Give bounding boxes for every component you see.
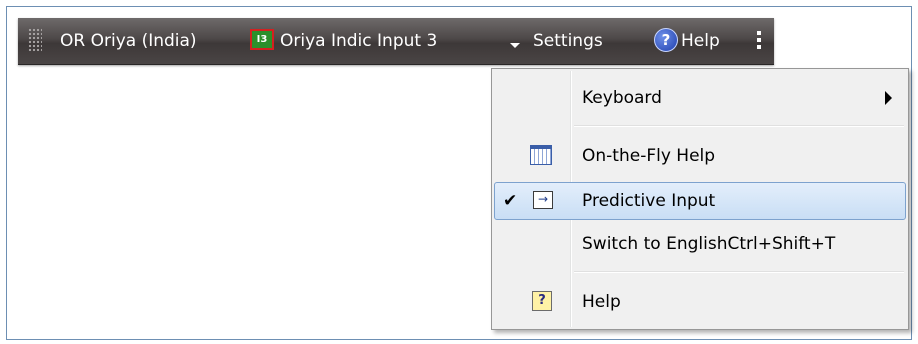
help-button[interactable]: Help bbox=[681, 31, 720, 51]
ime-icon-text: I3 bbox=[256, 34, 268, 45]
menu-item-label: Predictive Input bbox=[582, 191, 716, 211]
menu-item-switch-to-english[interactable]: Switch to EnglishCtrl+Shift+T bbox=[494, 225, 906, 263]
settings-menu: Keyboard On-the-Fly Help ✔ → Predictive … bbox=[491, 68, 909, 330]
menu-item-predictive-input[interactable]: ✔ → Predictive Input bbox=[494, 182, 906, 220]
menu-item-keyboard[interactable]: Keyboard bbox=[494, 79, 906, 117]
menu-item-label: Help bbox=[582, 292, 621, 312]
drag-grip-icon[interactable] bbox=[28, 28, 42, 52]
menu-item-on-the-fly-help[interactable]: On-the-Fly Help bbox=[494, 137, 906, 175]
menu-separator bbox=[574, 125, 904, 127]
language-bar: OR Oriya (India) I3 Oriya Indic Input 3 … bbox=[18, 18, 774, 65]
ime-icon[interactable]: I3 bbox=[250, 29, 274, 50]
predictive-input-icon: → bbox=[533, 191, 553, 209]
settings-button[interactable]: Settings bbox=[533, 31, 603, 51]
help-icon-glyph: ? bbox=[661, 31, 671, 49]
more-options-icon[interactable] bbox=[756, 28, 762, 54]
language-selector[interactable]: OR Oriya (India) bbox=[60, 31, 197, 51]
submenu-arrow-icon bbox=[885, 91, 892, 105]
chevron-down-icon[interactable] bbox=[510, 43, 520, 48]
table-grid-icon bbox=[530, 145, 552, 165]
checkmark-icon: ✔ bbox=[503, 191, 518, 211]
menu-item-label: Switch to EnglishCtrl+Shift+T bbox=[582, 234, 836, 254]
menu-item-label: On-the-Fly Help bbox=[582, 146, 716, 166]
menu-item-label: Keyboard bbox=[582, 88, 662, 108]
ime-selector[interactable]: Oriya Indic Input 3 bbox=[280, 31, 437, 51]
menu-item-help[interactable]: ? Help bbox=[494, 283, 906, 321]
help-icon[interactable]: ? bbox=[654, 28, 678, 52]
help-book-icon: ? bbox=[532, 291, 552, 311]
menu-separator bbox=[574, 271, 904, 273]
